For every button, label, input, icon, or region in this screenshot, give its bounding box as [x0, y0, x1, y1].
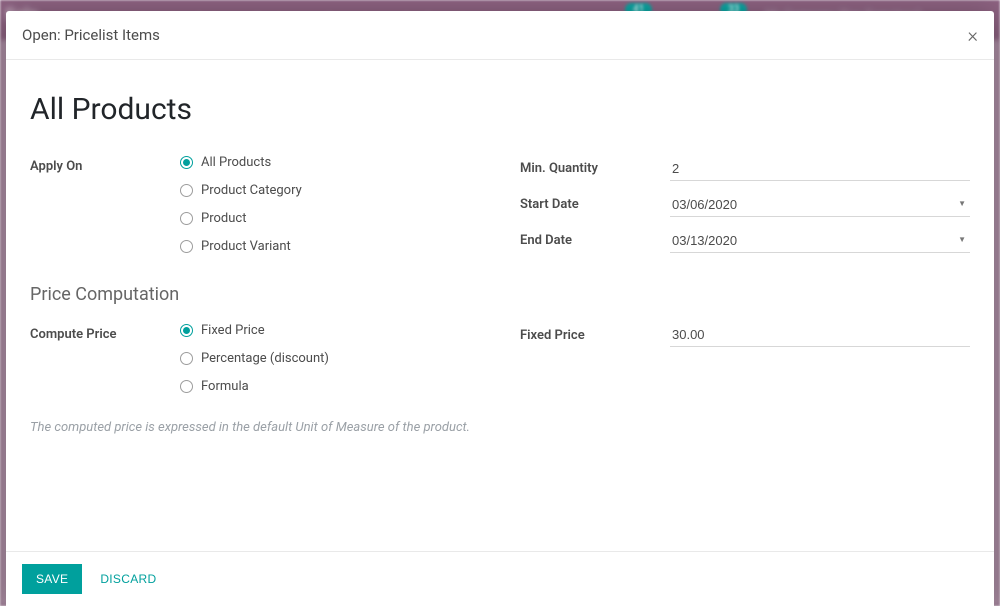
compute-fixed-price[interactable]: Fixed Price — [180, 323, 480, 338]
compute-price-fieldset: Compute Price Fixed Price Percentage (di… — [30, 323, 480, 394]
apply-on-label: Apply On — [30, 155, 180, 174]
radio-dot-icon — [180, 212, 193, 225]
modal-footer: Save Discard — [6, 551, 994, 606]
fixed-price-label: Fixed Price — [520, 328, 670, 343]
modal-body: All Products Apply On All Products Produ… — [6, 60, 994, 551]
radio-label: Formula — [201, 379, 249, 394]
pricelist-item-modal: Open: Pricelist Items × All Products App… — [6, 11, 994, 606]
apply-on-all-products[interactable]: All Products — [180, 155, 480, 170]
end-date-input[interactable] — [670, 229, 970, 253]
close-icon[interactable]: × — [968, 25, 978, 45]
radio-label: All Products — [201, 155, 271, 170]
radio-label: Product — [201, 211, 246, 226]
compute-price-options: Fixed Price Percentage (discount) Formul… — [180, 323, 480, 394]
radio-dot-icon — [180, 324, 193, 337]
apply-on-options: All Products Product Category Product Pr… — [180, 155, 480, 254]
page-title: All Products — [30, 92, 970, 127]
fixed-price-input[interactable] — [670, 323, 970, 347]
price-computation-title: Price Computation — [30, 284, 970, 305]
radio-label: Fixed Price — [201, 323, 265, 338]
uom-note: The computed price is expressed in the d… — [30, 420, 970, 435]
save-button[interactable]: Save — [22, 564, 82, 594]
radio-dot-icon — [180, 184, 193, 197]
discard-button[interactable]: Discard — [96, 564, 160, 594]
apply-on-product-category[interactable]: Product Category — [180, 183, 480, 198]
radio-dot-icon — [180, 240, 193, 253]
compute-percentage[interactable]: Percentage (discount) — [180, 351, 480, 366]
right-fieldset: Min. Quantity Start Date ▼ End Date ▼ — [520, 155, 970, 254]
radio-dot-icon — [180, 156, 193, 169]
fixed-price-fieldset: Fixed Price — [520, 323, 970, 394]
apply-on-product[interactable]: Product — [180, 211, 480, 226]
compute-formula[interactable]: Formula — [180, 379, 480, 394]
radio-label: Product Category — [201, 183, 302, 198]
modal-title: Open: Pricelist Items — [22, 26, 160, 44]
start-date-input[interactable] — [670, 193, 970, 217]
compute-price-label: Compute Price — [30, 323, 180, 342]
radio-label: Product Variant — [201, 239, 291, 254]
apply-on-fieldset: Apply On All Products Product Category P… — [30, 155, 480, 254]
end-date-label: End Date — [520, 233, 670, 248]
modal-header: Open: Pricelist Items × — [6, 11, 994, 60]
start-date-label: Start Date — [520, 197, 670, 212]
min-quantity-input[interactable] — [670, 157, 970, 181]
apply-on-product-variant[interactable]: Product Variant — [180, 239, 480, 254]
radio-dot-icon — [180, 352, 193, 365]
radio-label: Percentage (discount) — [201, 351, 329, 366]
radio-dot-icon — [180, 380, 193, 393]
min-quantity-label: Min. Quantity — [520, 161, 670, 176]
